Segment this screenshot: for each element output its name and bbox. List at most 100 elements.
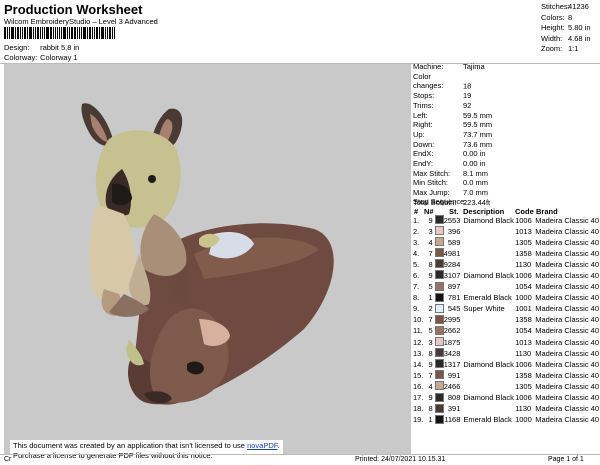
thread-brand: Madeira Classic 40 [535, 315, 599, 325]
needle-num: 3 [428, 337, 433, 347]
thread-brand: Madeira Classic 40 [535, 348, 599, 358]
barcode-bar [69, 27, 71, 39]
color-swatch-cell [434, 292, 444, 304]
barcode-bar [32, 27, 34, 39]
thread-brand: Madeira Classic 40 [535, 282, 599, 292]
stop-num: 13. [413, 348, 424, 358]
machine-info-label: Color changes: [413, 71, 444, 91]
color-swatch [434, 215, 444, 224]
needle-num: 9 [428, 359, 433, 369]
stitch-count: 391 [447, 404, 461, 414]
design-preview [4, 64, 411, 454]
thread-description [463, 259, 515, 270]
color-swatch-cell [434, 303, 444, 315]
thread-description [463, 381, 515, 392]
stitch-count: 3107 [443, 270, 461, 280]
machine-info-label: Up: [413, 129, 425, 139]
thread-code: 1054 [515, 326, 532, 336]
color-swatch [434, 337, 444, 347]
stop-sequence-row: 11. 5 2662 1054 Madeira Classic 40 [413, 325, 599, 337]
color-swatch-cell [434, 337, 444, 348]
machine-info-label: Machine: [413, 62, 444, 71]
machine-info-label: EndY: [413, 159, 434, 169]
machine-info-row: Up: 73.7 mm [413, 130, 492, 140]
colorway-row: Colorway: Colorway 1 [4, 53, 78, 62]
machine-info-label: Max Stitch: [413, 168, 451, 178]
color-swatch [434, 303, 444, 313]
machine-info: Machine: Tajima Color changes: 18 Stops: 19 Tr… [413, 62, 492, 208]
stat-row: Width: 4.68 in [541, 34, 591, 45]
stop-sequence-row: 10. 7 2995 1358 Madeira Classic 40 [413, 314, 599, 326]
thread-brand: Madeira Classic 40 [535, 248, 599, 258]
stop-sequence-row: 3. 4 589 1305 Madeira Classic 40 [413, 237, 599, 248]
needle-num: 1 [428, 415, 433, 425]
machine-info-value: 7.0 mm [463, 188, 489, 198]
thread-code: 1013 [515, 226, 532, 236]
thread-code: 1006 [515, 270, 532, 280]
color-swatch [434, 248, 444, 258]
color-swatch-cell [434, 259, 444, 270]
needle-num: 9 [428, 215, 433, 225]
thread-brand: Madeira Classic 40 [535, 293, 599, 303]
barcode-bar [19, 27, 21, 39]
stat-row: Stitches:41236 [541, 2, 591, 13]
machine-info-value: 73.6 mm [463, 139, 493, 149]
thread-description [463, 404, 515, 415]
thread-code: 1130 [515, 348, 532, 358]
machine-info-row: Machine: Tajima [413, 62, 492, 72]
barcode-bar [41, 27, 43, 39]
stop-sequence-title: Stop Sequence: [413, 197, 467, 206]
color-swatch [434, 237, 444, 247]
page-footer: Cr Printed: 24/07/2021 10.15.31 Page 1 o… [0, 454, 600, 465]
barcode-bar [99, 27, 101, 39]
stat-row: Zoom: 1:1 [541, 44, 591, 55]
thread-code: 1358 [515, 370, 532, 380]
stitch-count: 9284 [443, 259, 461, 269]
thread-description [463, 337, 515, 348]
color-swatch-cell [434, 403, 444, 415]
color-swatch [434, 348, 444, 358]
thread-code: 1000 [515, 415, 532, 425]
barcode-bar [8, 27, 10, 39]
color-swatch-cell [434, 392, 444, 404]
stitch-count: 545 [447, 304, 461, 314]
stitch-count: 2995 [443, 315, 461, 325]
design-label: Design: [4, 43, 30, 52]
barcode-bar [89, 27, 92, 39]
stop-sequence-row: 13. 8 3428 1130 Madeira Classic 40 [413, 348, 599, 359]
stitch-count: 3428 [443, 348, 461, 358]
barcode-bar [101, 27, 105, 39]
thread-brand: Madeira Classic 40 [535, 415, 599, 425]
thread-description: Diamond Black [463, 359, 514, 369]
barcode-bar [67, 27, 69, 39]
color-swatch [434, 414, 444, 424]
stop-num: 7. [413, 282, 420, 292]
color-swatch-cell [434, 348, 444, 359]
thread-description [463, 248, 515, 259]
color-swatch [434, 281, 444, 291]
needle-num: 9 [428, 393, 433, 402]
thread-code: 1358 [515, 248, 532, 258]
machine-info-row: Color changes: 18 [413, 72, 492, 91]
machine-info-value: 0.0 mm [463, 178, 489, 188]
stop-sequence-row: 7. 5 897 1054 Madeira Classic 40 [413, 281, 599, 293]
stitch-count: 2662 [443, 326, 461, 336]
stat-label: Height: [541, 23, 565, 32]
machine-info-value: 59.5 mm [463, 110, 493, 120]
stat-value: 4.68 in [568, 33, 591, 43]
needle-num: 8 [428, 259, 433, 269]
barcode-bar [10, 27, 14, 39]
color-swatch [434, 226, 444, 236]
novapdf-link[interactable]: novaPDF [247, 441, 277, 450]
stop-num: 16. [413, 381, 424, 391]
thread-brand: Madeira Classic 40 [535, 270, 599, 280]
machine-info-row: Right: 59.5 mm [413, 120, 492, 130]
color-swatch-cell [434, 281, 444, 293]
notice-period: . [277, 441, 280, 450]
color-swatch-cell [434, 414, 444, 426]
machine-info-row: Min Stitch: 0.0 mm [413, 178, 492, 188]
thread-brand: Madeira Classic 40 [535, 393, 599, 402]
colorway-label: Colorway: [4, 53, 38, 62]
thread-code: 1006 [515, 215, 532, 225]
color-swatch-cell [434, 237, 444, 248]
